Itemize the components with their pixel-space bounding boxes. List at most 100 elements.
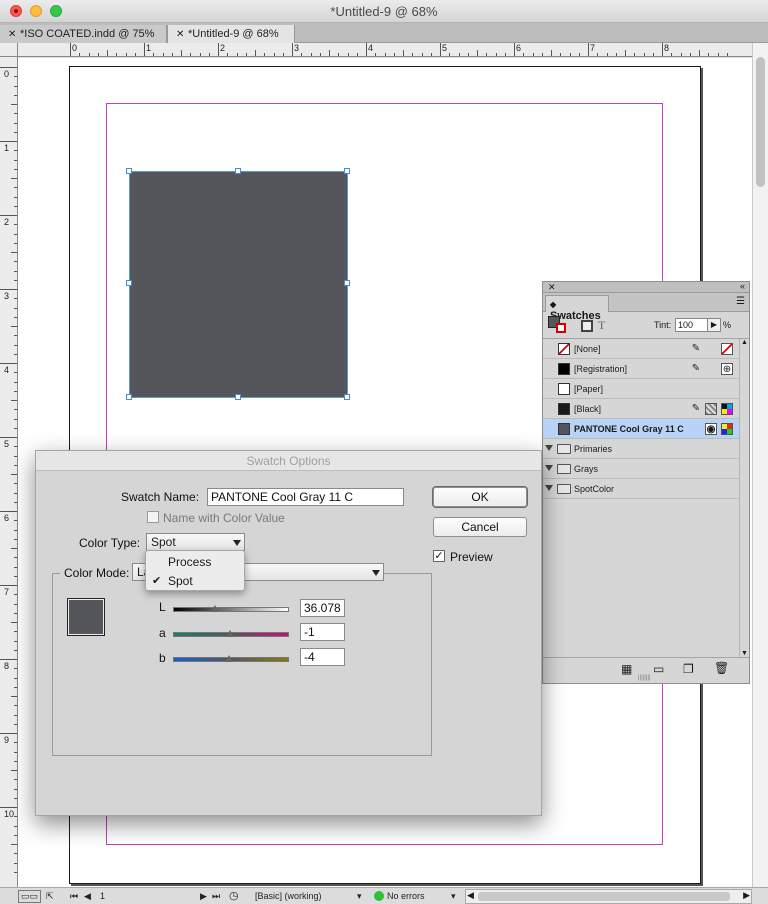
scroll-down-icon[interactable]: ▼ (741, 650, 748, 657)
swatch-list-scrollbar[interactable]: ▲ ▼ (739, 339, 749, 657)
swatch-group-grays[interactable]: Grays (543, 459, 739, 479)
disclosure-triangle-icon[interactable] (545, 445, 553, 451)
ruler-tick (11, 770, 17, 771)
scroll-thumb[interactable] (756, 57, 765, 187)
formatting-container-icon[interactable] (581, 320, 593, 332)
l-slider-thumb[interactable] (210, 605, 219, 612)
new-color-group-icon[interactable]: ▭ (653, 662, 664, 676)
ruler-tick (680, 53, 682, 56)
ruler-tick (14, 797, 17, 799)
tab-close-icon[interactable]: ✕ (8, 29, 20, 40)
delete-swatch-icon[interactable]: 🗑 (714, 661, 729, 675)
horizontal-scrollbar[interactable]: ◀ ▶ (465, 889, 752, 904)
swatch-row-paper[interactable]: [Paper] (543, 379, 739, 399)
a-slider-thumb[interactable] (225, 630, 234, 637)
preflight-status[interactable]: No errors (374, 891, 425, 901)
color-type-select[interactable]: Spot (146, 533, 245, 551)
ruler-tick (597, 53, 599, 56)
menu-item-spot[interactable]: ✔ Spot (146, 572, 244, 591)
swatch-group-primaries[interactable]: Primaries (543, 439, 739, 459)
resize-handle[interactable] (344, 394, 350, 400)
b-slider-thumb[interactable] (224, 655, 233, 662)
swatch-row-none[interactable]: [None] ✎ (543, 339, 739, 359)
menu-item-process[interactable]: Process (146, 553, 244, 572)
ruler-tick (699, 50, 700, 56)
ruler-tick (14, 834, 17, 836)
resize-handle[interactable] (126, 280, 132, 286)
show-swatch-kinds-icon[interactable]: ▦ (621, 662, 632, 676)
ruler-tick (708, 53, 710, 56)
cancel-button[interactable]: Cancel (433, 517, 527, 537)
l-channel-slider[interactable] (173, 607, 289, 612)
previous-page-icon[interactable]: ◀ (84, 891, 91, 902)
next-page-icon[interactable]: ▶ (200, 891, 207, 902)
open-in-bridge-icon[interactable]: ⇱ (46, 891, 54, 902)
document-tabs: ✕ *ISO COATED.indd @ 75% ✕ *Untitled-9 @ 6… (0, 23, 768, 43)
scroll-right-icon[interactable]: ▶ (743, 890, 750, 901)
panel-header[interactable]: ✕ « (543, 281, 749, 293)
first-page-icon[interactable]: ⏮ (70, 891, 78, 902)
ruler-tick (11, 548, 17, 549)
swatch-row-pantone-cool-gray[interactable]: PANTONE Cool Gray 11 C ◉ (543, 419, 739, 439)
resize-handle[interactable] (126, 168, 132, 174)
name-with-color-value-checkbox[interactable] (147, 511, 159, 523)
scroll-left-icon[interactable]: ◀ (467, 890, 474, 901)
vertical-scrollbar[interactable] (752, 43, 768, 887)
l-channel-input[interactable]: 36.078 (300, 599, 345, 617)
chevron-down-icon[interactable]: ▾ (357, 891, 362, 902)
resize-grip-icon[interactable]: |||||||| (638, 675, 650, 681)
ruler-tick (0, 437, 17, 438)
selected-rectangle[interactable] (126, 168, 350, 400)
swatch-row-registration[interactable]: [Registration] ✎ ⊕ (543, 359, 739, 379)
disclosure-triangle-icon[interactable] (545, 485, 553, 491)
ruler-tick (14, 316, 17, 318)
resize-handle[interactable] (344, 280, 350, 286)
formatting-text-icon[interactable]: T (598, 318, 605, 333)
tab-iso-coated[interactable]: ✕ *ISO COATED.indd @ 75% (0, 25, 167, 43)
swatch-name-input[interactable]: PANTONE Cool Gray 11 C (207, 488, 404, 506)
ruler-tick (162, 53, 164, 56)
ruler-tick (14, 233, 17, 235)
ruler-tick (14, 187, 17, 189)
swatch-row-black[interactable]: [Black] ✎ (543, 399, 739, 419)
ok-button[interactable]: OK (433, 487, 527, 507)
last-page-icon[interactable]: ⏭ (212, 891, 220, 902)
tint-arrow-icon[interactable]: ▶ (707, 318, 721, 332)
collapse-panel-icon[interactable]: « (740, 281, 745, 291)
document-style-label[interactable]: [Basic] (working) (255, 891, 322, 901)
swatch-list: [None] ✎ [Registration] ✎ ⊕ [Paper] [Bla… (543, 339, 739, 657)
stroke-swatch-icon[interactable] (556, 323, 566, 333)
resize-handle[interactable] (126, 394, 132, 400)
disclosure-triangle-icon[interactable] (545, 465, 553, 471)
scroll-up-icon[interactable]: ▲ (741, 339, 748, 346)
swatches-tab[interactable]: ◆ Swatches (545, 295, 609, 322)
color-mode-group (52, 573, 432, 756)
new-swatch-icon[interactable]: ❐ (683, 662, 694, 676)
tab-untitled-9[interactable]: ✕ *Untitled-9 @ 68% (167, 25, 295, 43)
chevron-down-icon[interactable]: ▾ (451, 891, 456, 902)
panel-menu-icon[interactable]: ☰ (736, 296, 745, 307)
ruler-tick (14, 372, 17, 374)
swatch-group-spotcolor[interactable]: SpotColor (543, 479, 739, 499)
ruler-tick (14, 427, 17, 429)
tab-close-icon[interactable]: ✕ (176, 29, 188, 40)
close-panel-icon[interactable]: ✕ (548, 282, 556, 293)
black-swatch-chip (558, 403, 570, 415)
horizontal-ruler[interactable]: 0 1 2 3 4 5 6 7 8 (18, 43, 758, 57)
ruler-origin[interactable] (0, 43, 18, 57)
swatches-footer: ▦ ▭ ❐ 🗑 |||||||| (543, 657, 749, 683)
b-channel-input[interactable]: -4 (300, 648, 345, 666)
view-mode-icon[interactable]: ▭▭ (18, 890, 42, 903)
resize-handle[interactable] (235, 394, 241, 400)
a-channel-input[interactable]: -1 (300, 623, 345, 641)
page-number-field[interactable]: 1 (100, 891, 105, 901)
preview-checkbox[interactable]: ✓ (433, 550, 445, 562)
ruler-tick (14, 446, 17, 448)
clock-icon[interactable]: ◷ (229, 889, 239, 902)
ruler-tick (375, 53, 377, 56)
vertical-ruler[interactable]: 0 1 2 3 4 5 6 7 8 9 10 (0, 57, 18, 887)
resize-handle[interactable] (235, 168, 241, 174)
resize-handle[interactable] (344, 168, 350, 174)
ruler-tick (652, 53, 654, 56)
scroll-thumb[interactable] (478, 892, 730, 901)
